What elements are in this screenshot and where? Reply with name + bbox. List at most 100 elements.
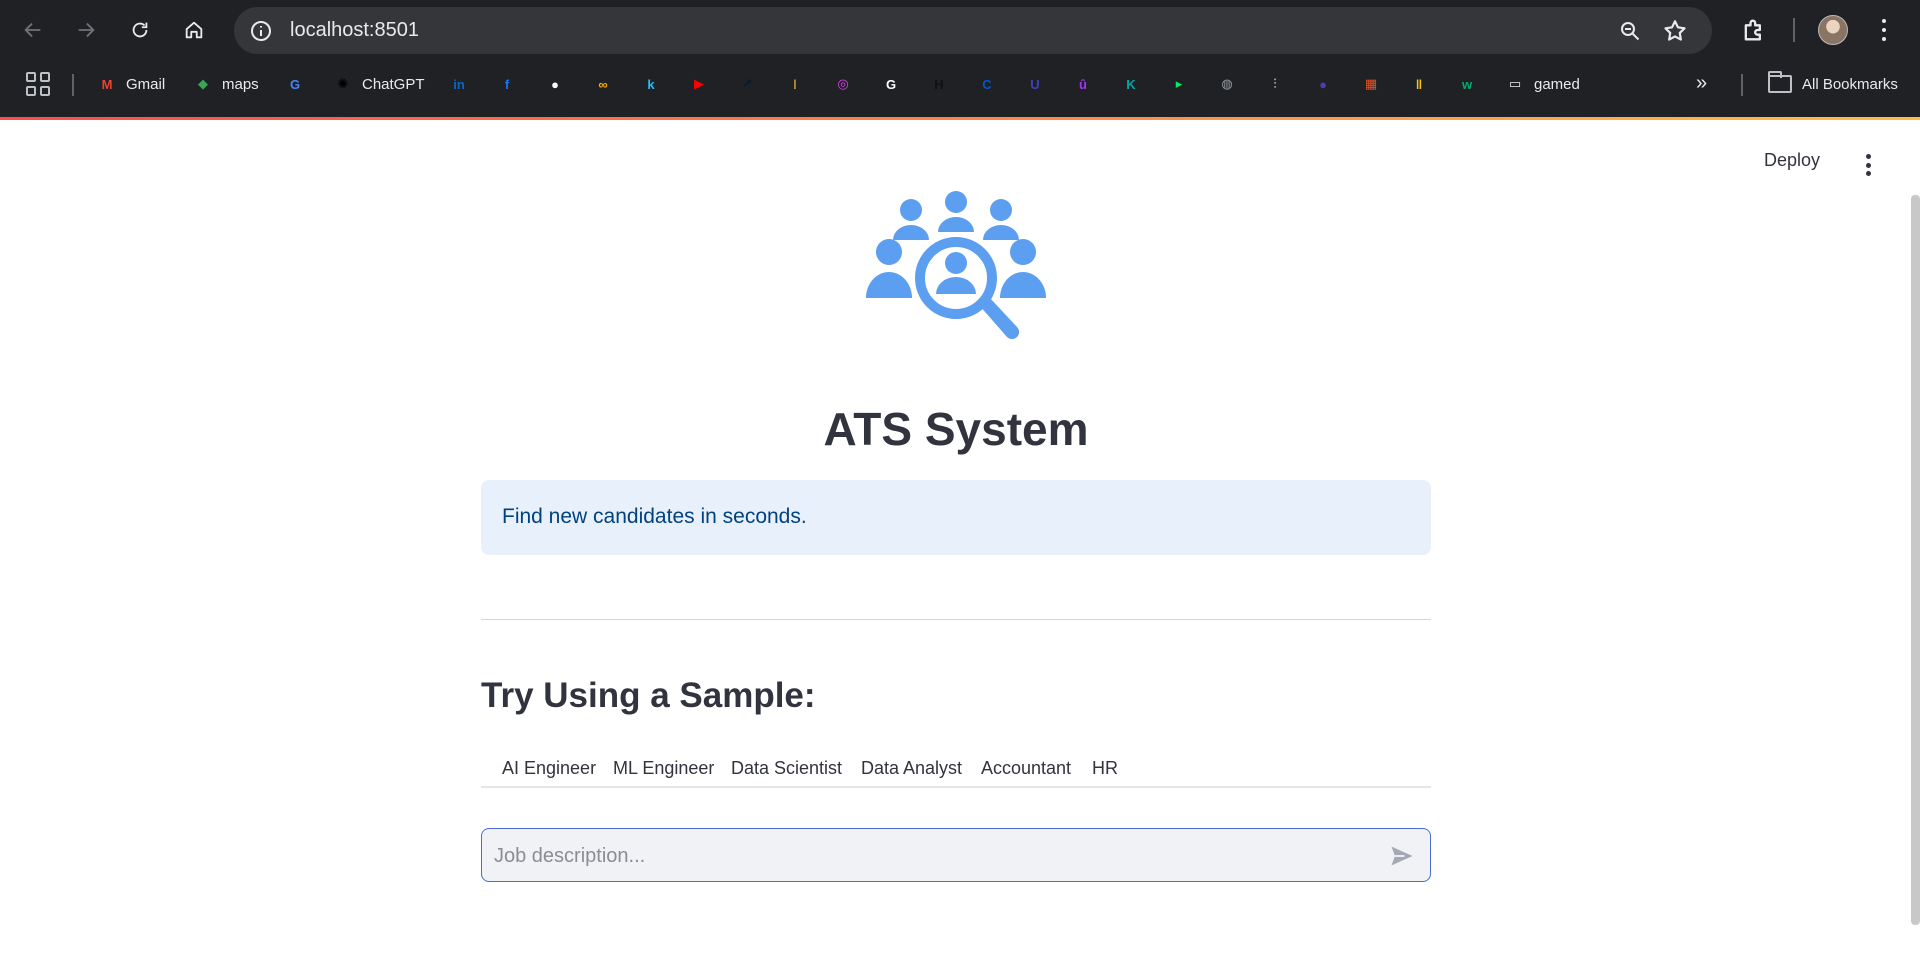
forward-button[interactable] <box>68 12 104 48</box>
bookmark-label: ChatGPT <box>362 75 425 93</box>
url-text[interactable]: localhost:8501 <box>290 19 419 42</box>
reload-icon <box>132 22 148 38</box>
bookmark-item[interactable]: ‖ <box>1408 70 1430 98</box>
bookmark-item[interactable]: in <box>448 70 470 98</box>
address-bar[interactable]: localhost:8501 <box>234 7 1712 54</box>
globe-icon: ◍ <box>1221 76 1233 91</box>
bookmark-item[interactable]: w <box>1456 70 1478 98</box>
candidate-search-icon <box>866 191 1046 340</box>
dot-icon: ● <box>1319 76 1327 92</box>
bars-icon: ‖ <box>1415 76 1423 92</box>
kaggle-icon: k <box>647 76 655 92</box>
site-info-button[interactable] <box>248 18 274 44</box>
all-bookmarks-button[interactable]: All Bookmarks <box>1768 70 1898 98</box>
bookmark-item[interactable]: f <box>496 70 518 98</box>
section-title: Try Using a Sample: <box>481 676 816 715</box>
extensions-icon[interactable] <box>1740 16 1768 44</box>
sample-tabs: AI Engineer ML Engineer Data Scientist D… <box>481 756 1431 788</box>
coursera-icon: C <box>982 76 992 92</box>
job-description-input-box <box>481 828 1431 882</box>
datacamp-icon: ▸ <box>1175 76 1183 91</box>
bookmark-item[interactable]: G <box>284 70 306 98</box>
browser-toolbar: localhost:8501 <box>0 0 1920 60</box>
chatgpt-icon: ✺ <box>337 76 349 91</box>
tab-data-scientist[interactable]: Data Scientist <box>731 758 842 779</box>
bookmarks-divider <box>72 74 74 96</box>
bookmark-item[interactable]: C <box>976 70 998 98</box>
bookmark-item[interactable]: ◆ maps <box>192 70 259 98</box>
info-alert: Find new candidates in seconds. <box>481 480 1431 555</box>
linkedin-icon: in <box>453 76 465 92</box>
bookmark-item[interactable]: H <box>928 70 950 98</box>
chart-icon: ↗ <box>741 76 753 91</box>
home-icon <box>185 21 203 39</box>
maps-icon: ◆ <box>198 76 208 91</box>
send-icon[interactable] <box>1388 842 1416 870</box>
app-title: ATS System <box>823 403 1089 455</box>
page-scrollbar[interactable] <box>1911 195 1920 925</box>
bookmark-item[interactable]: ● <box>1312 70 1334 98</box>
back-arrow-icon <box>24 22 41 38</box>
tab-accountant[interactable]: Accountant <box>981 758 1071 779</box>
bookmark-item[interactable]: K <box>1120 70 1142 98</box>
deploy-button[interactable]: Deploy <box>1764 150 1820 171</box>
bookmark-item[interactable]: û <box>1072 70 1094 98</box>
profile-avatar[interactable] <box>1818 15 1848 45</box>
back-button[interactable] <box>15 12 51 48</box>
zoom-icon[interactable] <box>1618 19 1642 43</box>
swirl-icon: ◎ <box>837 76 849 91</box>
github-icon: ● <box>551 76 559 92</box>
bookmark-item[interactable]: ● <box>544 70 566 98</box>
translate-icon: G <box>289 76 301 92</box>
bookmark-item[interactable]: ▦ <box>1360 70 1382 98</box>
divider <box>481 619 1431 620</box>
bookmark-item[interactable]: U <box>1024 70 1046 98</box>
torch-icon: ǀ <box>793 76 797 92</box>
bookmark-item[interactable]: ǀ <box>784 70 806 98</box>
bookmark-star-icon[interactable] <box>1662 18 1688 44</box>
info-icon <box>251 21 271 41</box>
facebook-icon: f <box>504 76 510 92</box>
bookmark-item[interactable]: G <box>880 70 902 98</box>
bookmark-item[interactable]: ▸ <box>1168 70 1190 98</box>
udemy-icon: û <box>1079 76 1087 92</box>
folder-icon <box>1768 71 1792 93</box>
bookmarks-divider <box>1741 74 1743 96</box>
all-bookmarks-label: All Bookmarks <box>1802 75 1898 93</box>
colab-icon: ∞ <box>598 76 608 92</box>
w3-icon: w <box>1461 76 1473 92</box>
bookmark-item[interactable]: ↗ <box>736 70 758 98</box>
app-menu-button[interactable] <box>1862 154 1874 176</box>
tab-ai-engineer[interactable]: AI Engineer <box>502 758 596 779</box>
bookmark-item[interactable]: ◎ <box>832 70 854 98</box>
bookmark-label: maps <box>222 75 259 93</box>
bookmark-item[interactable]: ∞ <box>592 70 614 98</box>
gmail-icon: M <box>101 76 113 92</box>
browser-menu-button[interactable] <box>1876 16 1892 44</box>
tab-hr[interactable]: HR <box>1092 758 1118 779</box>
toolbar-divider <box>1793 18 1795 42</box>
tab-ml-engineer[interactable]: ML Engineer <box>613 758 714 779</box>
bookmark-label: gamed <box>1534 75 1580 93</box>
bookmarks-bar: M Gmail ◆ maps G ✺ ChatGPT in f ● ∞ k ▶ ↗ ǀ ◎ G H C Uû K ▸ ◍ ⫶ ●… <box>0 64 1920 104</box>
bookmark-item[interactable]: k <box>640 70 662 98</box>
udacity-icon: U <box>1030 76 1040 92</box>
bookmark-item[interactable]: ▭ gamed <box>1504 70 1580 98</box>
tab-data-analyst[interactable]: Data Analyst <box>861 758 962 779</box>
microsoft-icon: ▦ <box>1364 76 1378 91</box>
google-icon: G <box>885 76 897 92</box>
apps-grid-icon[interactable] <box>26 72 50 96</box>
bookmark-item[interactable]: ✺ ChatGPT <box>332 70 425 98</box>
reload-button[interactable] <box>122 12 158 48</box>
bookmark-item[interactable]: M Gmail <box>96 70 166 98</box>
browser-chrome: localhost:8501 M Gmail ◆ maps G ✺ ChatGPT in f ● ∞… <box>0 0 1920 120</box>
bookmark-item[interactable]: ◍ <box>1216 70 1238 98</box>
bookmark-item[interactable]: ▶ <box>688 70 710 98</box>
job-description-input[interactable] <box>494 841 1354 871</box>
cisco-icon: ⫶ <box>1273 76 1277 91</box>
home-button[interactable] <box>176 12 212 48</box>
info-text: Find new candidates in seconds. <box>502 505 807 528</box>
youtube-icon: ▶ <box>694 76 704 91</box>
bookmark-item[interactable]: ⫶ <box>1264 70 1286 98</box>
more-bookmarks-icon[interactable]: » <box>1696 72 1707 95</box>
